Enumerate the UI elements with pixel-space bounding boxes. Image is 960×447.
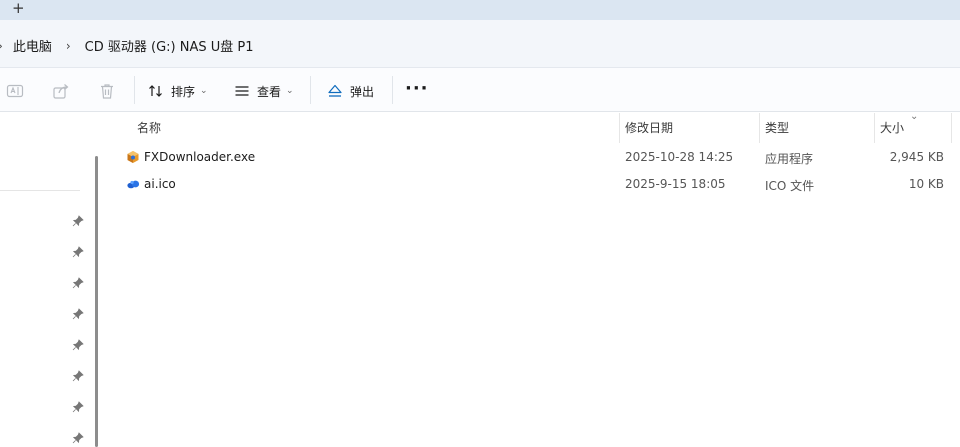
delete-icon[interactable] xyxy=(98,82,116,100)
sort-indicator-icon: ⌄ xyxy=(910,111,919,122)
column-header-type[interactable]: 类型 xyxy=(765,119,789,136)
address-bar[interactable]: › 此电脑 › CD 驱动器 (G:) NAS U盘 P1 xyxy=(0,20,960,68)
column-divider[interactable] xyxy=(874,113,875,143)
column-divider[interactable] xyxy=(759,113,760,143)
pin-icon[interactable] xyxy=(72,308,84,320)
table-row[interactable]: ai.ico 2025-9-15 18:05 ICO 文件 10 KB xyxy=(104,171,960,197)
file-type: ICO 文件 xyxy=(765,179,815,193)
pin-icon[interactable] xyxy=(72,215,84,227)
view-list-icon xyxy=(235,86,249,96)
breadcrumb-item-drive[interactable]: CD 驱动器 (G:) NAS U盘 P1 xyxy=(85,36,254,55)
pin-icon[interactable] xyxy=(72,370,84,382)
pin-icon[interactable] xyxy=(72,401,84,413)
file-name: FXDownloader.exe xyxy=(144,150,256,164)
column-header-name[interactable]: 名称 xyxy=(137,119,161,136)
new-tab-button[interactable]: + xyxy=(12,0,25,17)
table-row[interactable]: FXDownloader.exe 2025-10-28 14:25 应用程序 2… xyxy=(104,144,960,170)
pin-icon[interactable] xyxy=(72,277,84,289)
eject-button[interactable]: 弹出 xyxy=(327,80,374,102)
toolbar-divider xyxy=(392,76,393,104)
tab-bar: + xyxy=(0,0,960,20)
breadcrumb-chevron-icon[interactable]: › xyxy=(0,39,3,53)
share-icon[interactable] xyxy=(52,82,70,100)
pin-icon[interactable] xyxy=(72,339,84,351)
toolbar-divider xyxy=(134,76,135,104)
sort-button[interactable]: 排序 ⌄ xyxy=(148,80,208,102)
rename-icon[interactable] xyxy=(6,82,24,100)
file-size: 10 KB xyxy=(908,177,944,191)
file-size: 2,945 KB xyxy=(889,150,944,164)
more-options-button[interactable]: ··· xyxy=(405,78,429,99)
file-modified: 2025-10-28 14:25 xyxy=(625,150,734,164)
breadcrumb-chevron-icon[interactable]: › xyxy=(66,39,71,53)
eject-label: 弹出 xyxy=(350,84,375,99)
file-list: 名称 修改日期 类型 大小 ⌄ FXDownloader.exe 2025-10… xyxy=(104,111,960,447)
navigation-pane xyxy=(0,113,98,447)
sort-icon xyxy=(149,85,162,97)
chevron-down-icon: ⌄ xyxy=(286,86,294,96)
column-header-modified[interactable]: 修改日期 xyxy=(625,119,673,136)
command-toolbar: 排序 ⌄ 查看 ⌄ 弹出 ··· xyxy=(0,68,960,112)
pin-icon[interactable] xyxy=(72,246,84,258)
ico-file-icon xyxy=(127,180,140,189)
view-label: 查看 xyxy=(257,84,282,99)
nav-scrollbar[interactable] xyxy=(95,156,98,447)
file-modified: 2025-9-15 18:05 xyxy=(625,177,726,191)
breadcrumb-item-this-pc[interactable]: 此电脑 xyxy=(13,36,52,55)
column-header-size[interactable]: 大小 xyxy=(880,119,904,136)
view-button[interactable]: 查看 ⌄ xyxy=(234,80,294,102)
column-divider[interactable] xyxy=(619,113,620,143)
nav-divider xyxy=(0,190,80,191)
file-type: 应用程序 xyxy=(765,152,814,166)
sort-label: 排序 xyxy=(171,84,196,99)
toolbar-divider xyxy=(310,76,311,104)
file-name: ai.ico xyxy=(144,177,176,191)
breadcrumb: › 此电脑 › CD 驱动器 (G:) NAS U盘 P1 xyxy=(0,36,267,56)
column-divider[interactable] xyxy=(951,113,952,143)
chevron-down-icon: ⌄ xyxy=(200,86,208,96)
pin-icon[interactable] xyxy=(72,432,84,444)
app-exe-icon xyxy=(127,151,139,163)
eject-icon xyxy=(328,84,342,97)
